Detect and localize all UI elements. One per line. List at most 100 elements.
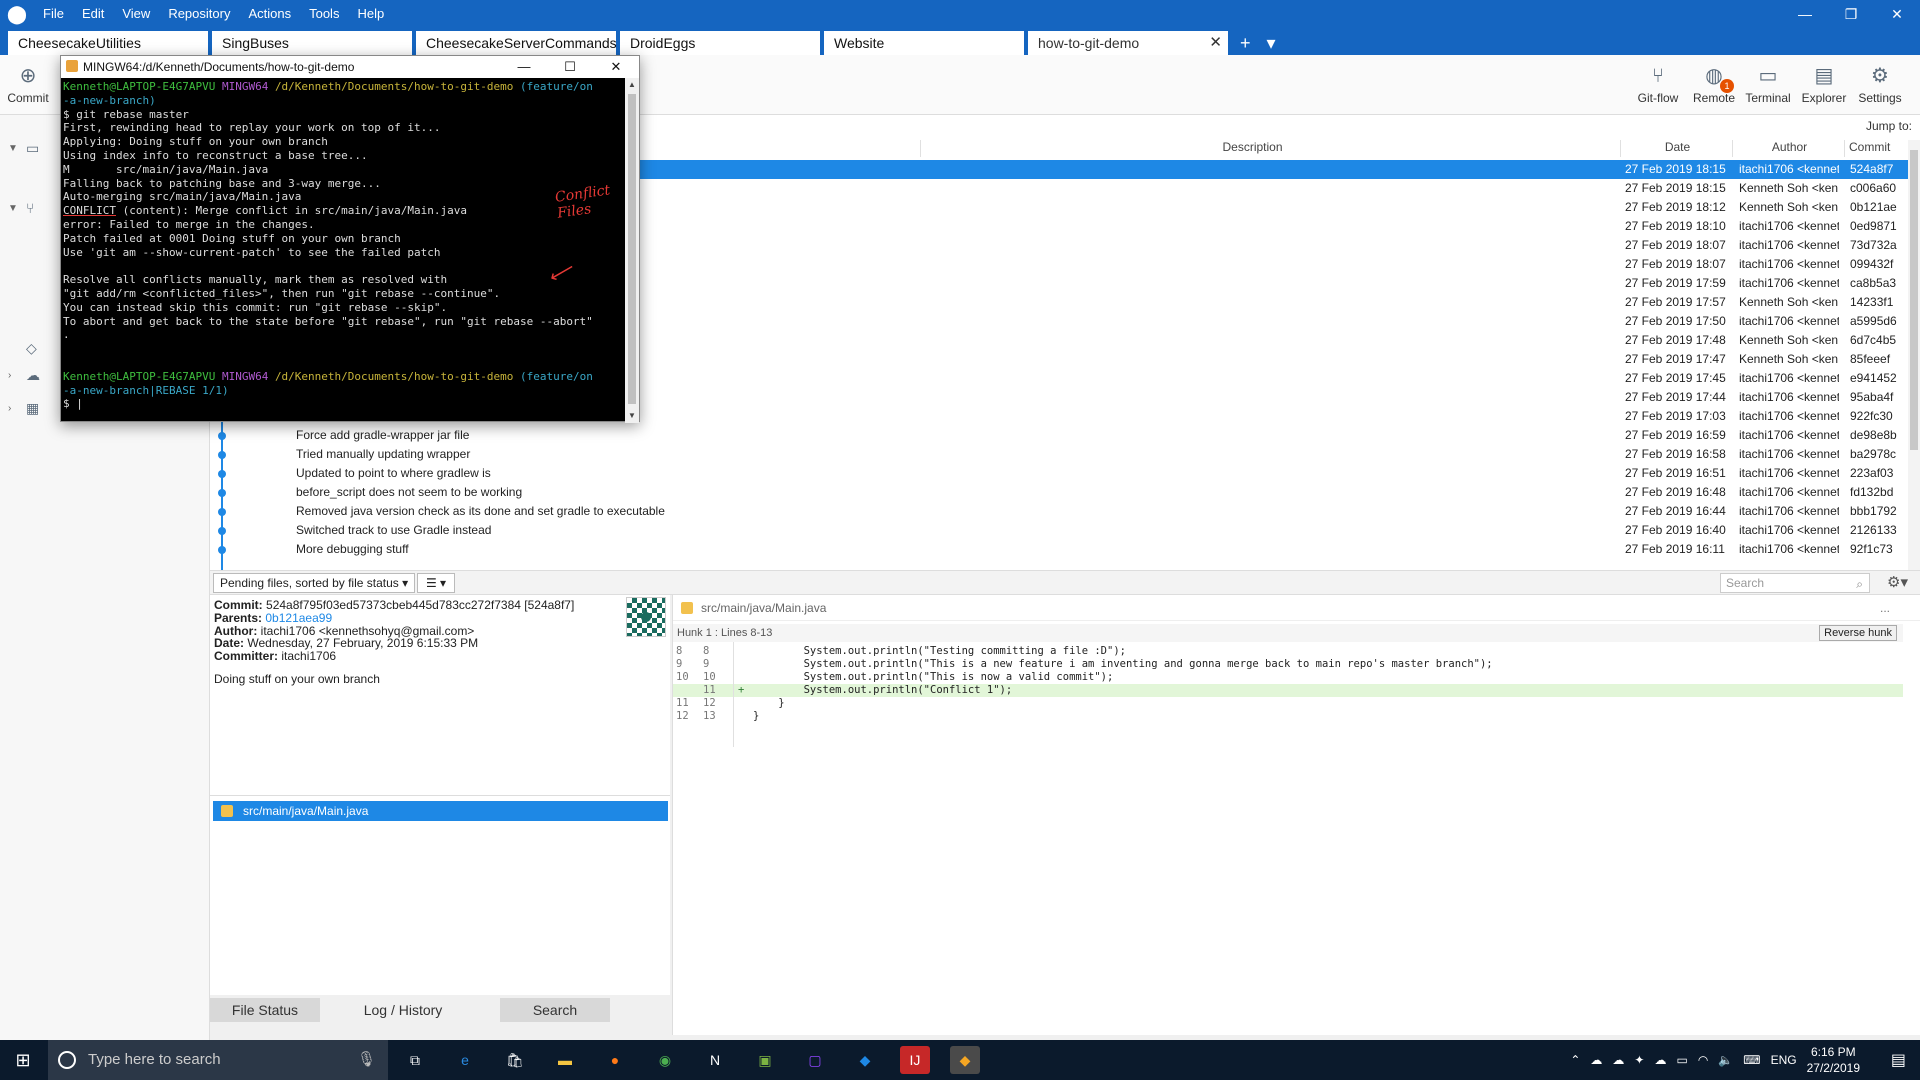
scroll-down-icon[interactable]: ▼ xyxy=(625,409,639,423)
firefox-icon[interactable]: ● xyxy=(600,1046,630,1074)
sidebar-tags[interactable]: ◇ xyxy=(8,340,37,357)
menu-view[interactable]: View xyxy=(113,0,159,28)
git-bash-taskbar-icon[interactable]: ◆ xyxy=(950,1046,980,1074)
onedrive-icon[interactable]: ☁ xyxy=(1590,1053,1602,1067)
sourcetree-icon[interactable]: ◆ xyxy=(850,1046,880,1074)
jump-to-label[interactable]: Jump to: xyxy=(1866,119,1912,133)
chrome-icon[interactable]: ◉ xyxy=(650,1046,680,1074)
menu-edit[interactable]: Edit xyxy=(73,0,113,28)
explorer-button[interactable]: ▤ Explorer xyxy=(1796,61,1852,111)
history-scrollbar[interactable] xyxy=(1908,140,1920,570)
file-list-item[interactable]: src/main/java/Main.java xyxy=(213,801,668,821)
terminal-output[interactable]: Kenneth@LAPTOP-E4G7APVU MINGW64 /d/Kenne… xyxy=(61,78,627,423)
keyboard-icon[interactable]: ⌨ xyxy=(1743,1053,1760,1067)
reverse-hunk-button[interactable]: Reverse hunk xyxy=(1819,625,1897,641)
diff-context-line[interactable]: 10 10 System.out.println("This is now a v… xyxy=(673,671,1903,684)
terminal-minimize-button[interactable]: — xyxy=(501,56,547,78)
cloud-icon[interactable]: ☁ xyxy=(1654,1053,1666,1067)
repo-tab-website[interactable]: Website xyxy=(824,31,1024,55)
menu-actions[interactable]: Actions xyxy=(239,0,300,28)
column-commit[interactable]: Commit xyxy=(1844,140,1904,157)
diff-options-gear-icon[interactable]: ⚙▾ xyxy=(1887,573,1908,591)
terminal-title-bar[interactable]: MINGW64:/d/Kenneth/Documents/how-to-git-… xyxy=(61,56,639,78)
column-author[interactable]: Author xyxy=(1732,140,1842,157)
commit-row[interactable]: Tried manually updating wrapper 27 Feb 20… xyxy=(210,445,1910,464)
terminal-button[interactable]: ▭ Terminal xyxy=(1740,61,1796,111)
remote-button[interactable]: ◍ 1 Remote xyxy=(1686,61,1742,111)
store-icon[interactable]: 🛍 xyxy=(500,1046,530,1074)
scroll-up-icon[interactable]: ▲ xyxy=(625,78,639,92)
clock[interactable]: 6:16 PM 27/2/2019 xyxy=(1807,1044,1860,1076)
minecraft-icon[interactable]: ▣ xyxy=(750,1046,780,1074)
tab-file-status[interactable]: File Status xyxy=(210,998,320,1022)
commit-row[interactable]: Force add gradle-wrapper jar file 27 Feb … xyxy=(210,426,1910,445)
menu-file[interactable]: File xyxy=(34,0,73,28)
add-tab-button[interactable]: + xyxy=(1232,31,1259,55)
repo-tab-how-to-git-demo[interactable]: how-to-git-demo ✕ xyxy=(1028,31,1228,55)
terminal-window[interactable]: MINGW64:/d/Kenneth/Documents/how-to-git-… xyxy=(60,55,640,423)
sidebar-workspace[interactable]: ▼ ▭ xyxy=(8,140,39,157)
diff-context-line[interactable]: 11 12 } xyxy=(673,697,1903,710)
close-tab-icon[interactable]: ✕ xyxy=(1209,31,1222,55)
repo-tab-droideggs[interactable]: DroidEggs xyxy=(620,31,820,55)
minimize-button[interactable]: — xyxy=(1782,0,1828,28)
language-indicator[interactable]: ENG xyxy=(1771,1053,1797,1067)
commit-row[interactable]: Removed java version check as its done a… xyxy=(210,502,1910,521)
taskbar-search-input[interactable]: Type here to search 🎙 xyxy=(48,1040,388,1080)
scrollbar-thumb[interactable] xyxy=(1910,150,1918,450)
commit-row[interactable]: More debugging stuff 27 Feb 2019 16:11 ita… xyxy=(210,540,1910,559)
tray-chevron-up-icon[interactable]: ⌃ xyxy=(1570,1053,1580,1067)
commit-row[interactable]: Updated to point to where gradlew is 27 F… xyxy=(210,464,1910,483)
commit-hash: 0b121ae xyxy=(1850,200,1897,214)
terminal-maximize-button[interactable]: ☐ xyxy=(547,56,593,78)
diff-context-line[interactable]: 9 9 System.out.println("This is a new fea… xyxy=(673,658,1903,671)
diff-added-line[interactable]: 11 + System.out.println("Conflict 1"); xyxy=(673,684,1903,697)
commit-date: 27 Feb 2019 18:12 xyxy=(1625,200,1726,214)
intellij-icon[interactable]: IJ xyxy=(900,1046,930,1074)
menu-help[interactable]: Help xyxy=(348,0,393,28)
notion-icon[interactable]: N xyxy=(700,1046,730,1074)
twitch-icon[interactable]: ▢ xyxy=(800,1046,830,1074)
volume-icon[interactable]: 🔈 xyxy=(1718,1053,1733,1067)
windows-start-icon[interactable]: ⊞ xyxy=(0,1040,46,1080)
restore-button[interactable]: ❐ xyxy=(1828,0,1874,28)
onedrive-business-icon[interactable]: ☁ xyxy=(1612,1053,1624,1067)
scrollbar-thumb[interactable] xyxy=(628,94,636,404)
column-date[interactable]: Date xyxy=(1620,140,1730,157)
terminal-scrollbar[interactable]: ▲ ▼ xyxy=(625,78,639,423)
sidebar-remotes[interactable]: › ☁ xyxy=(8,367,40,384)
diff-context-line[interactable]: 8 8 System.out.println("Testing committin… xyxy=(673,645,1903,658)
commit-row[interactable]: before_script does not seem to be workin… xyxy=(210,483,1910,502)
repo-tab-cheesecakeutilities[interactable]: CheesecakeUtilities xyxy=(8,31,208,55)
microphone-icon[interactable]: 🎙 xyxy=(357,1040,376,1080)
sidebar-stashes[interactable]: › ▦ xyxy=(8,400,39,417)
tab-menu-chevron-down-icon[interactable]: ▾ xyxy=(1259,31,1284,55)
commit-button[interactable]: ⊕ Commit xyxy=(0,61,56,111)
terminal-close-button[interactable]: ✕ xyxy=(593,56,639,78)
column-description[interactable]: Description xyxy=(920,140,1580,157)
commit-row[interactable]: Switched track to use Gradle instead 27 F… xyxy=(210,521,1910,540)
notification-icon[interactable]: ▤ xyxy=(1891,1050,1906,1070)
diff-context-line[interactable]: 12 13} xyxy=(673,710,1903,723)
search-input[interactable]: Search ⌕ xyxy=(1720,573,1870,593)
file-explorer-icon[interactable]: ▬ xyxy=(550,1046,580,1074)
edge-icon[interactable]: e xyxy=(450,1046,480,1074)
gitflow-button[interactable]: ⑂ Git-flow xyxy=(1630,61,1686,111)
menu-repository[interactable]: Repository xyxy=(159,0,239,28)
repo-tab-cheesecakeservercommands[interactable]: CheesecakeServerCommands xyxy=(416,31,617,55)
terminal-cursor-prompt[interactable]: $ | xyxy=(63,397,83,410)
more-options-icon[interactable]: ... xyxy=(1880,595,1890,621)
battery-icon[interactable]: ▭ xyxy=(1676,1053,1687,1067)
tab-search[interactable]: Search xyxy=(500,998,610,1022)
close-button[interactable]: ✕ xyxy=(1874,0,1920,28)
network-icon[interactable]: ◠ xyxy=(1698,1053,1708,1067)
file-sort-dropdown[interactable]: Pending files, sorted by file status ▾ xyxy=(213,573,416,593)
menu-tools[interactable]: Tools xyxy=(300,0,348,28)
view-mode-dropdown[interactable]: ☰ ▾ xyxy=(417,573,455,593)
dropbox-icon[interactable]: ✦ xyxy=(1634,1053,1644,1067)
task-view-icon[interactable]: ⧉ xyxy=(400,1046,430,1074)
repo-tab-singbuses[interactable]: SingBuses xyxy=(212,31,412,55)
sidebar-branches[interactable]: ▼ ⑂ xyxy=(8,200,34,216)
tab-log-history[interactable]: Log / History xyxy=(348,998,458,1022)
settings-button[interactable]: ⚙ Settings xyxy=(1852,61,1908,111)
